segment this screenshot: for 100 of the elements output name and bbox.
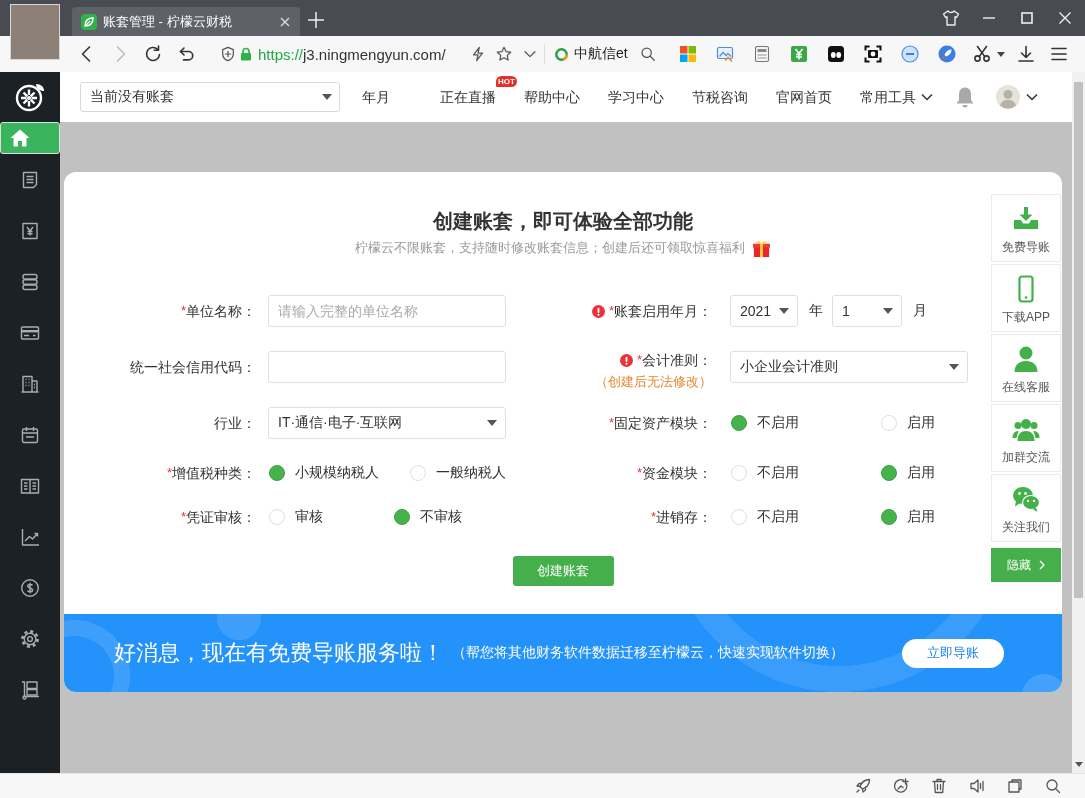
import-now-button[interactable]: 立即导账 [902,638,1004,668]
field-note: （创建后无法修改） [595,373,712,391]
required-mark: * [180,508,186,526]
radio-label[interactable]: 不审核 [420,508,462,526]
toolbar-button[interactable]: 免费导账 [991,194,1061,262]
circle-plus-icon[interactable] [893,778,909,794]
picture-card-icon[interactable] [715,45,734,63]
required-mark: * [608,414,614,432]
form-title: 创建账套，即可体验全部功能 [433,209,693,234]
caret-icon[interactable] [996,51,1005,57]
chevron-down-icon[interactable] [921,93,933,101]
field-label: 进销存： [656,508,712,526]
minus-circle-icon[interactable] [900,45,919,63]
caret-icon [322,94,332,100]
star-icon[interactable] [496,46,512,62]
banner-title: 好消息，现在有免费导账服务啦！ [114,639,444,667]
search-engine-button[interactable]: 中航信et [554,45,628,63]
ring-logo-icon [554,46,569,62]
field-label: 账套启用年月： [614,302,712,320]
document-icon[interactable] [752,45,771,63]
banner-subtitle: （帮您将其他财务软件数据迁移至柠檬云，快速实现软件切换） [452,644,844,662]
nav-link[interactable]: 正在直播 [440,87,496,107]
hot-badge: HOT [496,76,517,87]
text-field[interactable]: 请输入完整的单位名称 [268,295,506,327]
month-select[interactable]: 1 [832,295,902,327]
browser-tab[interactable]: 账套管理 - 柠檬云财税 [72,7,300,36]
radio-label[interactable]: 不启用 [757,414,799,432]
rocket-icon[interactable] [937,45,956,63]
document-icon [20,169,40,190]
yuan-document-icon [20,220,40,241]
toolbar-button[interactable]: 关注我们 [991,474,1061,542]
lightning-icon[interactable] [470,46,486,62]
trash-icon[interactable] [931,778,947,794]
home-icon [10,128,30,148]
radio-label[interactable]: 一般纳税人 [436,464,506,482]
radio-label[interactable]: 小规模纳税人 [295,464,379,482]
rocket-icon[interactable] [855,778,871,794]
dots-app-icon[interactable] [826,45,845,63]
toolbar-button[interactable]: 加群交流 [991,404,1061,472]
field-label: 增值税种类： [172,464,256,482]
required-mark: * [166,464,172,482]
plus-icon[interactable] [308,12,324,28]
stacked-list-icon [20,271,40,292]
shield-icon[interactable] [220,46,236,62]
select-field[interactable]: 小企业会计准则 [730,351,968,383]
profile-photo-placeholder[interactable] [10,4,60,60]
radio-button[interactable] [269,465,285,481]
yuan-app-icon[interactable] [789,45,808,63]
download-icon[interactable] [1016,45,1035,63]
lemon-logo-icon[interactable] [14,81,46,113]
scissors-icon[interactable] [972,45,991,63]
reload-icon[interactable] [144,45,162,63]
field-label: 单位名称： [186,302,256,320]
caret-icon [883,308,893,314]
radio-label[interactable]: 不启用 [757,464,799,482]
radio-button[interactable] [881,509,897,525]
text-field[interactable] [268,351,506,383]
nav-link[interactable]: 官网首页 [776,87,832,107]
field-label: 凭证审核： [186,508,256,526]
caret-icon [487,420,497,426]
nav-link[interactable]: 常用工具 [860,87,916,107]
required-mark: * [636,464,642,482]
radio-button[interactable] [731,415,747,431]
nav-link[interactable]: 学习中心 [608,87,664,107]
radio-label[interactable]: 启用 [907,414,935,432]
leaf-favicon-icon [81,13,97,30]
menu-icon[interactable] [1049,45,1068,63]
toolbar-button[interactable]: 在线客服 [991,334,1061,402]
close-icon[interactable] [280,16,290,27]
search-icon[interactable] [1045,778,1061,794]
windows-logo-icon[interactable] [678,45,697,63]
caret-icon [779,308,789,314]
radio-label[interactable]: 启用 [907,464,935,482]
url-field[interactable]: https://j3.ningmengyun.com/ [258,45,446,63]
account-select[interactable]: 当前没有账套 [80,82,340,112]
camera-frame-icon[interactable] [863,45,882,63]
undo-icon[interactable] [177,45,195,63]
nav-link[interactable]: 年月 [362,87,390,107]
scroll-down-arrow-icon[interactable] [1074,762,1083,767]
speaker-icon[interactable] [969,778,985,794]
radio-label[interactable]: 启用 [907,508,935,526]
radio-label[interactable]: 审核 [295,508,323,526]
unit-label: 月 [913,302,927,320]
shirt-icon[interactable] [942,9,960,27]
radio-button[interactable] [881,465,897,481]
form-subtitle: 柠檬云不限账套，支持随时修改账套信息；创建后还可领取惊喜福利 [355,239,745,257]
nav-link[interactable]: 帮助中心 [524,87,580,107]
radio-label[interactable]: 不启用 [757,508,799,526]
calendar-icon [20,424,40,445]
nav-link[interactable]: 节税咨询 [692,87,748,107]
toolbar-button[interactable]: 下载APP [991,264,1061,332]
chevron-down-icon[interactable] [1026,93,1038,101]
select-field[interactable]: IT·通信·电子·互联网 [268,407,506,439]
required-mark: * [608,302,614,320]
building-icon [20,373,40,394]
year-select[interactable]: 2021 [730,295,798,327]
maximize-icon[interactable] [1018,9,1036,27]
radio-button[interactable] [394,509,410,525]
search-icon[interactable] [639,46,656,62]
window-icon[interactable] [1007,778,1023,794]
